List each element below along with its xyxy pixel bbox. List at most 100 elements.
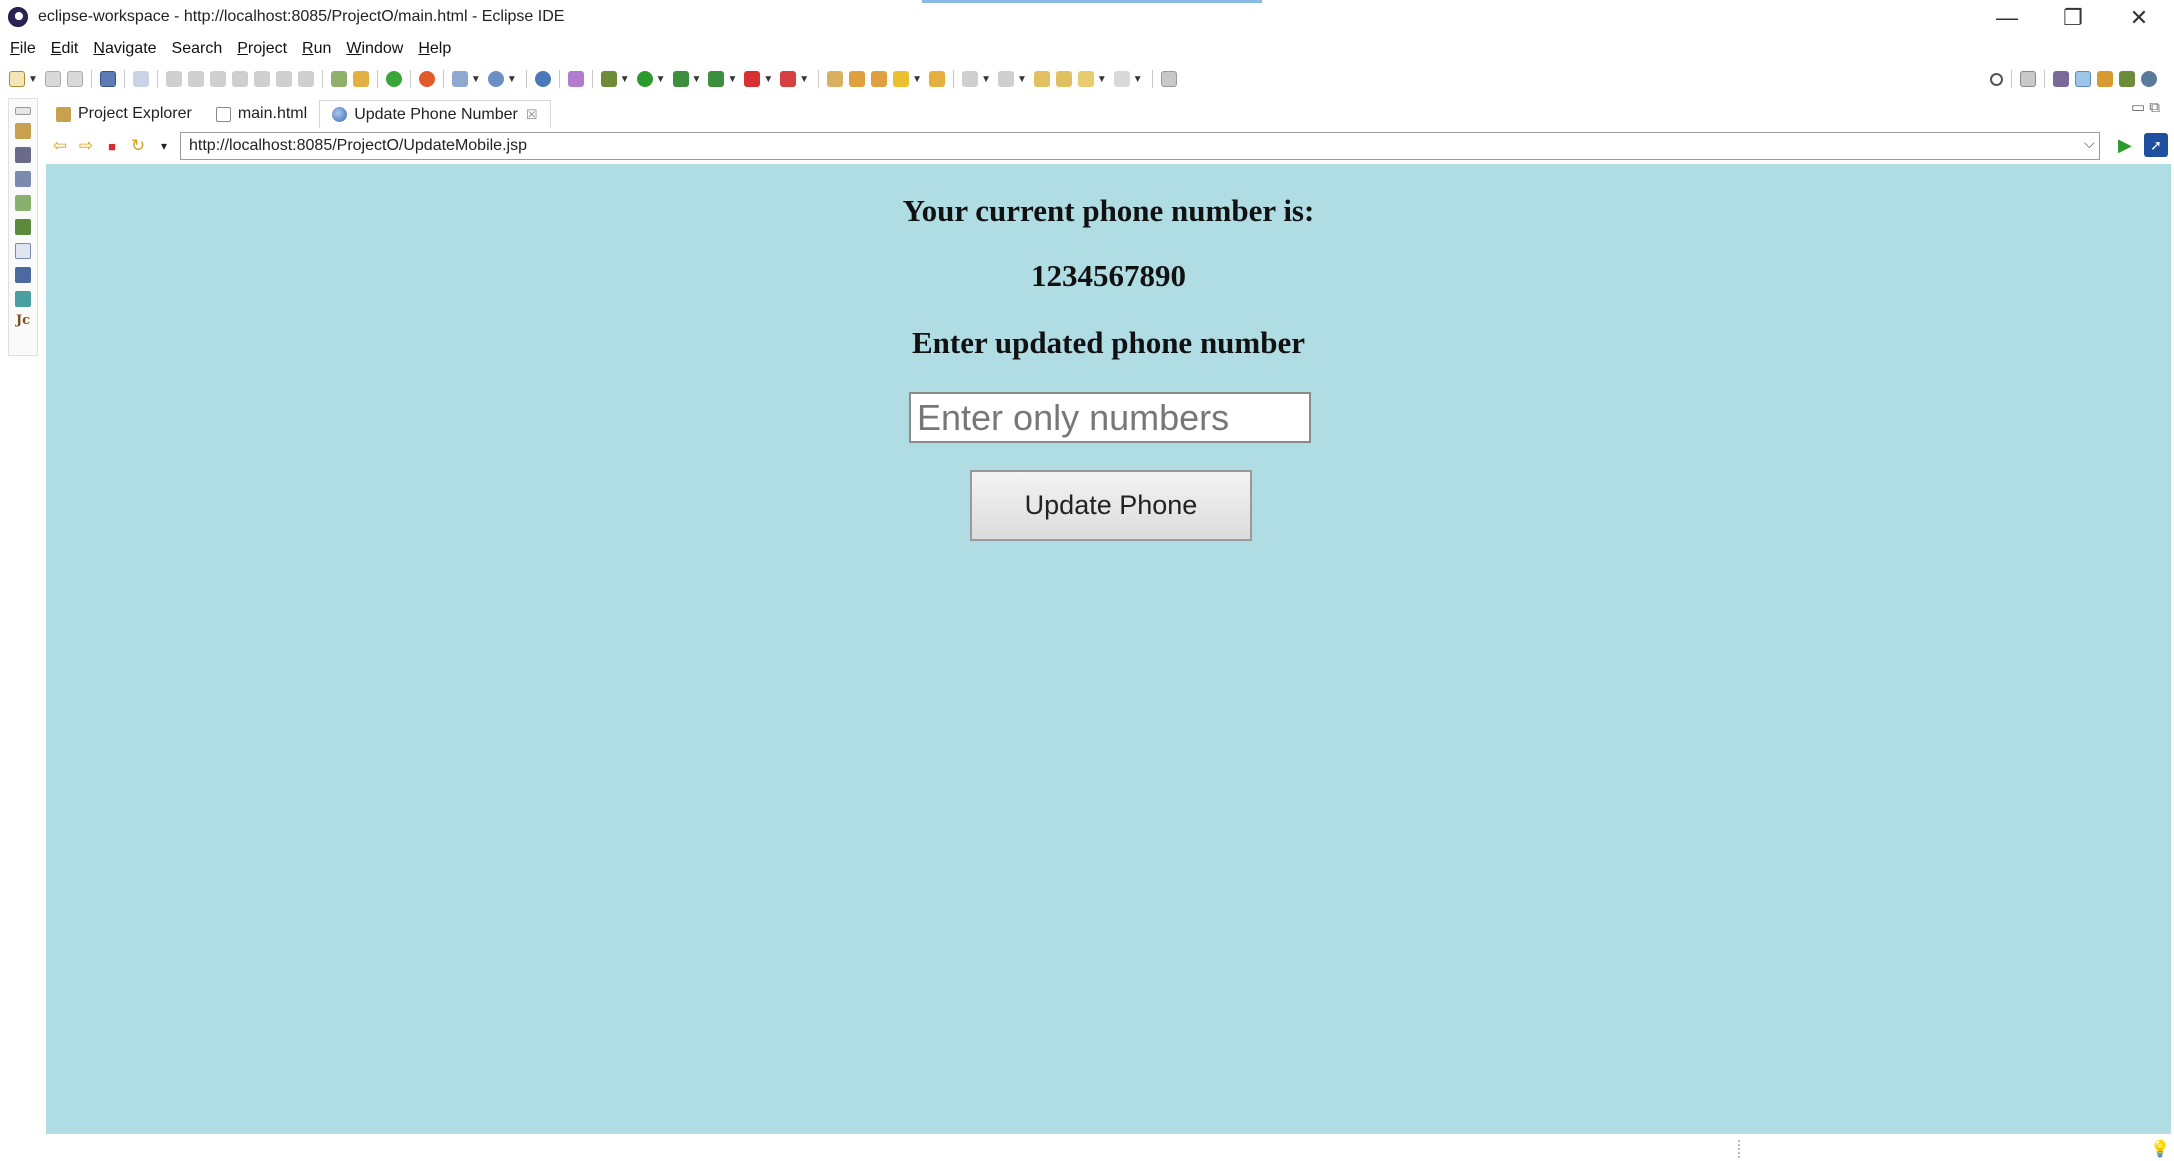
minimize-maximize-icon[interactable]: ▭ ⧉ (2131, 98, 2160, 116)
menu-file[interactable]: File (10, 40, 36, 58)
restore-view-icon[interactable] (15, 107, 31, 115)
save-icon[interactable] (44, 71, 61, 87)
lightbulb-icon[interactable]: 💡 (2150, 1139, 2170, 1159)
suspend-icon[interactable] (187, 71, 204, 87)
new-project-icon[interactable] (451, 71, 468, 87)
coverage-icon[interactable] (330, 71, 347, 87)
forward-icon[interactable] (1113, 71, 1130, 87)
properties-icon[interactable] (15, 243, 31, 259)
step-into-icon[interactable] (253, 71, 270, 87)
next-annotation-dropdown-icon[interactable]: ▼ (981, 74, 991, 85)
tab-update-phone-number[interactable]: Update Phone Number ☒ (319, 100, 551, 128)
search-icon[interactable] (1990, 72, 2003, 86)
menu-search[interactable]: Search (172, 40, 223, 58)
outline-icon[interactable] (15, 171, 31, 187)
web-perspective-icon[interactable] (2075, 71, 2091, 87)
resume-icon[interactable] (165, 71, 182, 87)
tab-project-explorer[interactable]: Project Explorer (44, 100, 204, 128)
disconnect-icon[interactable] (231, 71, 248, 87)
go-icon[interactable]: ▶ (2118, 135, 2132, 156)
project-explorer-icon[interactable] (15, 123, 31, 139)
new-class-dropdown-icon[interactable]: ▼ (507, 74, 517, 85)
update-phone-button[interactable]: Update Phone (970, 470, 1252, 541)
new-dropdown-icon[interactable]: ▼ (28, 74, 38, 85)
title-bar: eclipse-workspace - http://localhost:808… (0, 0, 2174, 36)
new-server-icon[interactable] (418, 71, 435, 87)
external-tools-icon[interactable] (708, 71, 725, 87)
pen-dropdown-icon[interactable]: ▼ (912, 74, 922, 85)
open-web-browser-icon[interactable] (534, 71, 551, 87)
menu-run[interactable]: Run (302, 40, 331, 58)
pin-icon[interactable] (1055, 71, 1072, 87)
phone-number-input[interactable] (909, 392, 1311, 443)
minimize-button[interactable]: — (1984, 4, 2030, 32)
profile-dropdown-icon[interactable]: ▼ (799, 74, 809, 85)
menu-help[interactable]: Help (418, 40, 451, 58)
open-resource-icon[interactable] (871, 71, 888, 87)
debug-icon[interactable] (600, 71, 617, 87)
search-tool-icon[interactable] (567, 71, 584, 87)
data-source-icon[interactable] (15, 219, 31, 235)
browser-menu-icon[interactable]: ▾ (154, 136, 174, 156)
new-project-dropdown-icon[interactable]: ▼ (471, 74, 481, 85)
previous-annotation-icon[interactable] (997, 71, 1014, 87)
debug-perspective-icon[interactable] (2119, 71, 2135, 87)
menu-navigate[interactable]: Navigate (93, 40, 156, 58)
toolbar-separator (2011, 70, 2012, 88)
stop-dropdown-icon[interactable]: ▼ (763, 74, 773, 85)
servers-icon[interactable] (15, 147, 31, 163)
save-all-icon[interactable] (66, 71, 83, 87)
back-dropdown-icon[interactable]: ▼ (1097, 74, 1107, 85)
console-icon[interactable] (15, 267, 31, 283)
profile-icon[interactable] (780, 71, 797, 87)
next-annotation-icon[interactable] (962, 71, 979, 87)
url-history-dropdown-icon[interactable]: ⌵ (2084, 135, 2095, 152)
markers-icon[interactable] (15, 195, 31, 211)
open-console-icon[interactable] (1160, 71, 1177, 87)
menu-window[interactable]: Window (346, 40, 403, 58)
server-start-icon[interactable] (385, 71, 402, 87)
pen-icon[interactable] (893, 71, 910, 87)
last-edit-location-icon[interactable] (1033, 71, 1050, 87)
forward-dropdown-icon[interactable]: ▼ (1133, 74, 1143, 85)
restore-button[interactable]: ❐ (2050, 4, 2096, 32)
terminate-icon[interactable] (209, 71, 226, 87)
web-services-icon[interactable] (352, 71, 369, 87)
new-icon[interactable] (9, 71, 25, 87)
step-return-icon[interactable] (297, 71, 314, 87)
close-tab-icon[interactable]: ☒ (526, 107, 538, 123)
previous-annotation-dropdown-icon[interactable]: ▼ (1017, 74, 1027, 85)
tab-main-html[interactable]: main.html (204, 100, 319, 128)
back-arrow-icon[interactable]: ⇦ (50, 136, 70, 156)
snippets-icon[interactable] (15, 291, 31, 307)
open-type-icon[interactable] (827, 71, 844, 87)
open-perspective-icon[interactable] (2020, 71, 2036, 87)
git-perspective-icon[interactable] (2141, 71, 2157, 87)
run-icon[interactable] (636, 71, 653, 87)
open-external-browser-icon[interactable]: ➚ (2144, 133, 2168, 157)
url-input[interactable] (180, 132, 2100, 160)
status-separator (1738, 1140, 1740, 1158)
run-dropdown-icon[interactable]: ▼ (656, 74, 666, 85)
open-task-icon[interactable] (849, 71, 866, 87)
stop-icon[interactable]: ■ (102, 136, 122, 156)
stop-icon[interactable] (744, 71, 761, 87)
coverage-run-icon[interactable] (672, 71, 689, 87)
close-button[interactable]: ✕ (2116, 4, 2162, 32)
forward-arrow-icon[interactable]: ⇨ (76, 136, 96, 156)
new-class-icon[interactable] (487, 71, 504, 87)
java-perspective-icon[interactable] (2097, 71, 2113, 87)
coverage-run-dropdown-icon[interactable]: ▼ (692, 74, 702, 85)
menu-edit[interactable]: Edit (51, 40, 79, 58)
terminal-icon[interactable] (99, 71, 116, 87)
refresh-icon[interactable]: ↻ (128, 136, 148, 156)
step-over-icon[interactable] (275, 71, 292, 87)
skip-breakpoints-icon[interactable] (132, 71, 149, 87)
java-ee-perspective-icon[interactable] (2053, 71, 2069, 87)
junit-icon[interactable]: Jc (16, 313, 30, 328)
external-tools-dropdown-icon[interactable]: ▼ (727, 74, 737, 85)
menu-project[interactable]: Project (237, 40, 287, 58)
folder-icon[interactable] (929, 71, 946, 87)
back-icon[interactable] (1077, 71, 1094, 87)
debug-dropdown-icon[interactable]: ▼ (620, 74, 630, 85)
